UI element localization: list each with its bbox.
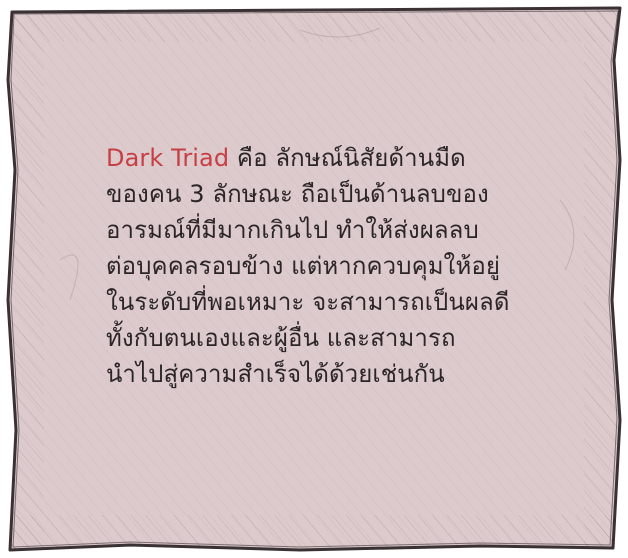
- text-line-3: อารมณ์ที่มีมากเกินไป ทำให้ส่งผลลบ: [106, 216, 479, 244]
- highlight-term: Dark Triad: [106, 144, 230, 172]
- text-line-2: ของคน 3 ลักษณะ ถือเป็นด้านลบของ: [106, 180, 489, 208]
- text-line-7: นำไปสู่ความสำเร็จได้ด้วยเช่นกัน: [106, 360, 445, 388]
- description-text: Dark Triad คือ ลักษณ์นิสัยด้านมืด ของคน …: [106, 140, 536, 392]
- text-line-1: Dark Triad คือ ลักษณ์นิสัยด้านมืด: [106, 144, 466, 172]
- note-card: Dark Triad คือ ลักษณ์นิสัยด้านมืด ของคน …: [0, 0, 628, 558]
- text-line-6: ทั้งกับตนเองและผู้อื่น และสามารถ: [106, 324, 456, 352]
- text-line-5: ในระดับที่พอเหมาะ จะสามารถเป็นผลดี: [106, 288, 510, 316]
- text-line-4: ต่อบุคคลรอบข้าง แต่หากควบคุมให้อยู่: [106, 252, 501, 280]
